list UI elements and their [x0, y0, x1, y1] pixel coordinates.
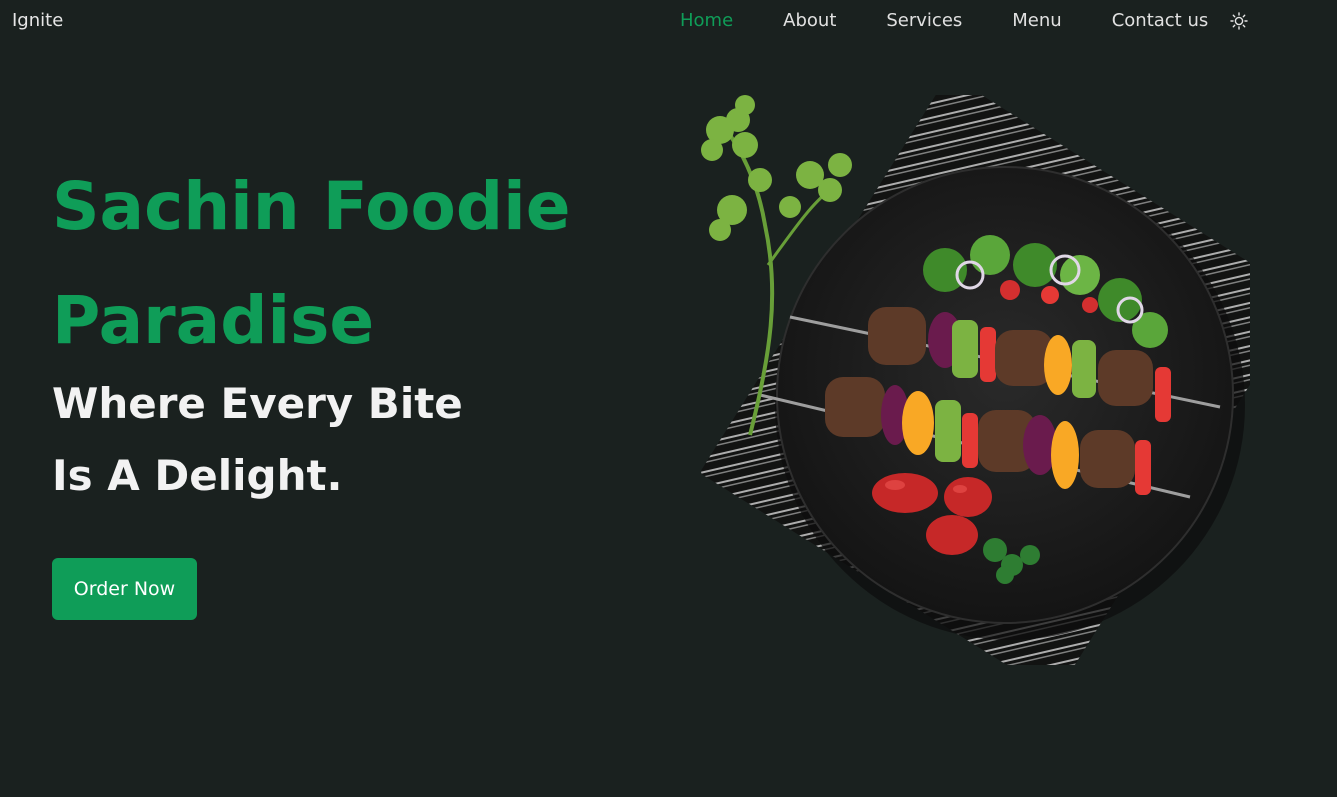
hero-section: Sachin Foodie Paradise Where Every Bite … — [52, 150, 652, 512]
sun-icon[interactable] — [1230, 11, 1248, 30]
nav-link-menu[interactable]: Menu — [1012, 10, 1061, 31]
hero-title: Sachin Foodie Paradise — [52, 168, 571, 359]
hero-subtitle: Where Every Bite Is A Delight. — [52, 379, 463, 500]
hero-food-image — [690, 75, 1304, 694]
nav-link-home[interactable]: Home — [680, 10, 733, 31]
site-logo[interactable]: Ignite — [12, 10, 63, 31]
order-now-button[interactable]: Order Now — [52, 558, 197, 620]
nav-links: Home About Services Menu Contact us — [680, 10, 1248, 31]
nav-link-services[interactable]: Services — [886, 10, 962, 31]
navbar: Ignite Home About Services Menu Contact … — [0, 0, 1337, 44]
nav-link-about[interactable]: About — [783, 10, 836, 31]
nav-link-contact[interactable]: Contact us — [1112, 10, 1209, 31]
